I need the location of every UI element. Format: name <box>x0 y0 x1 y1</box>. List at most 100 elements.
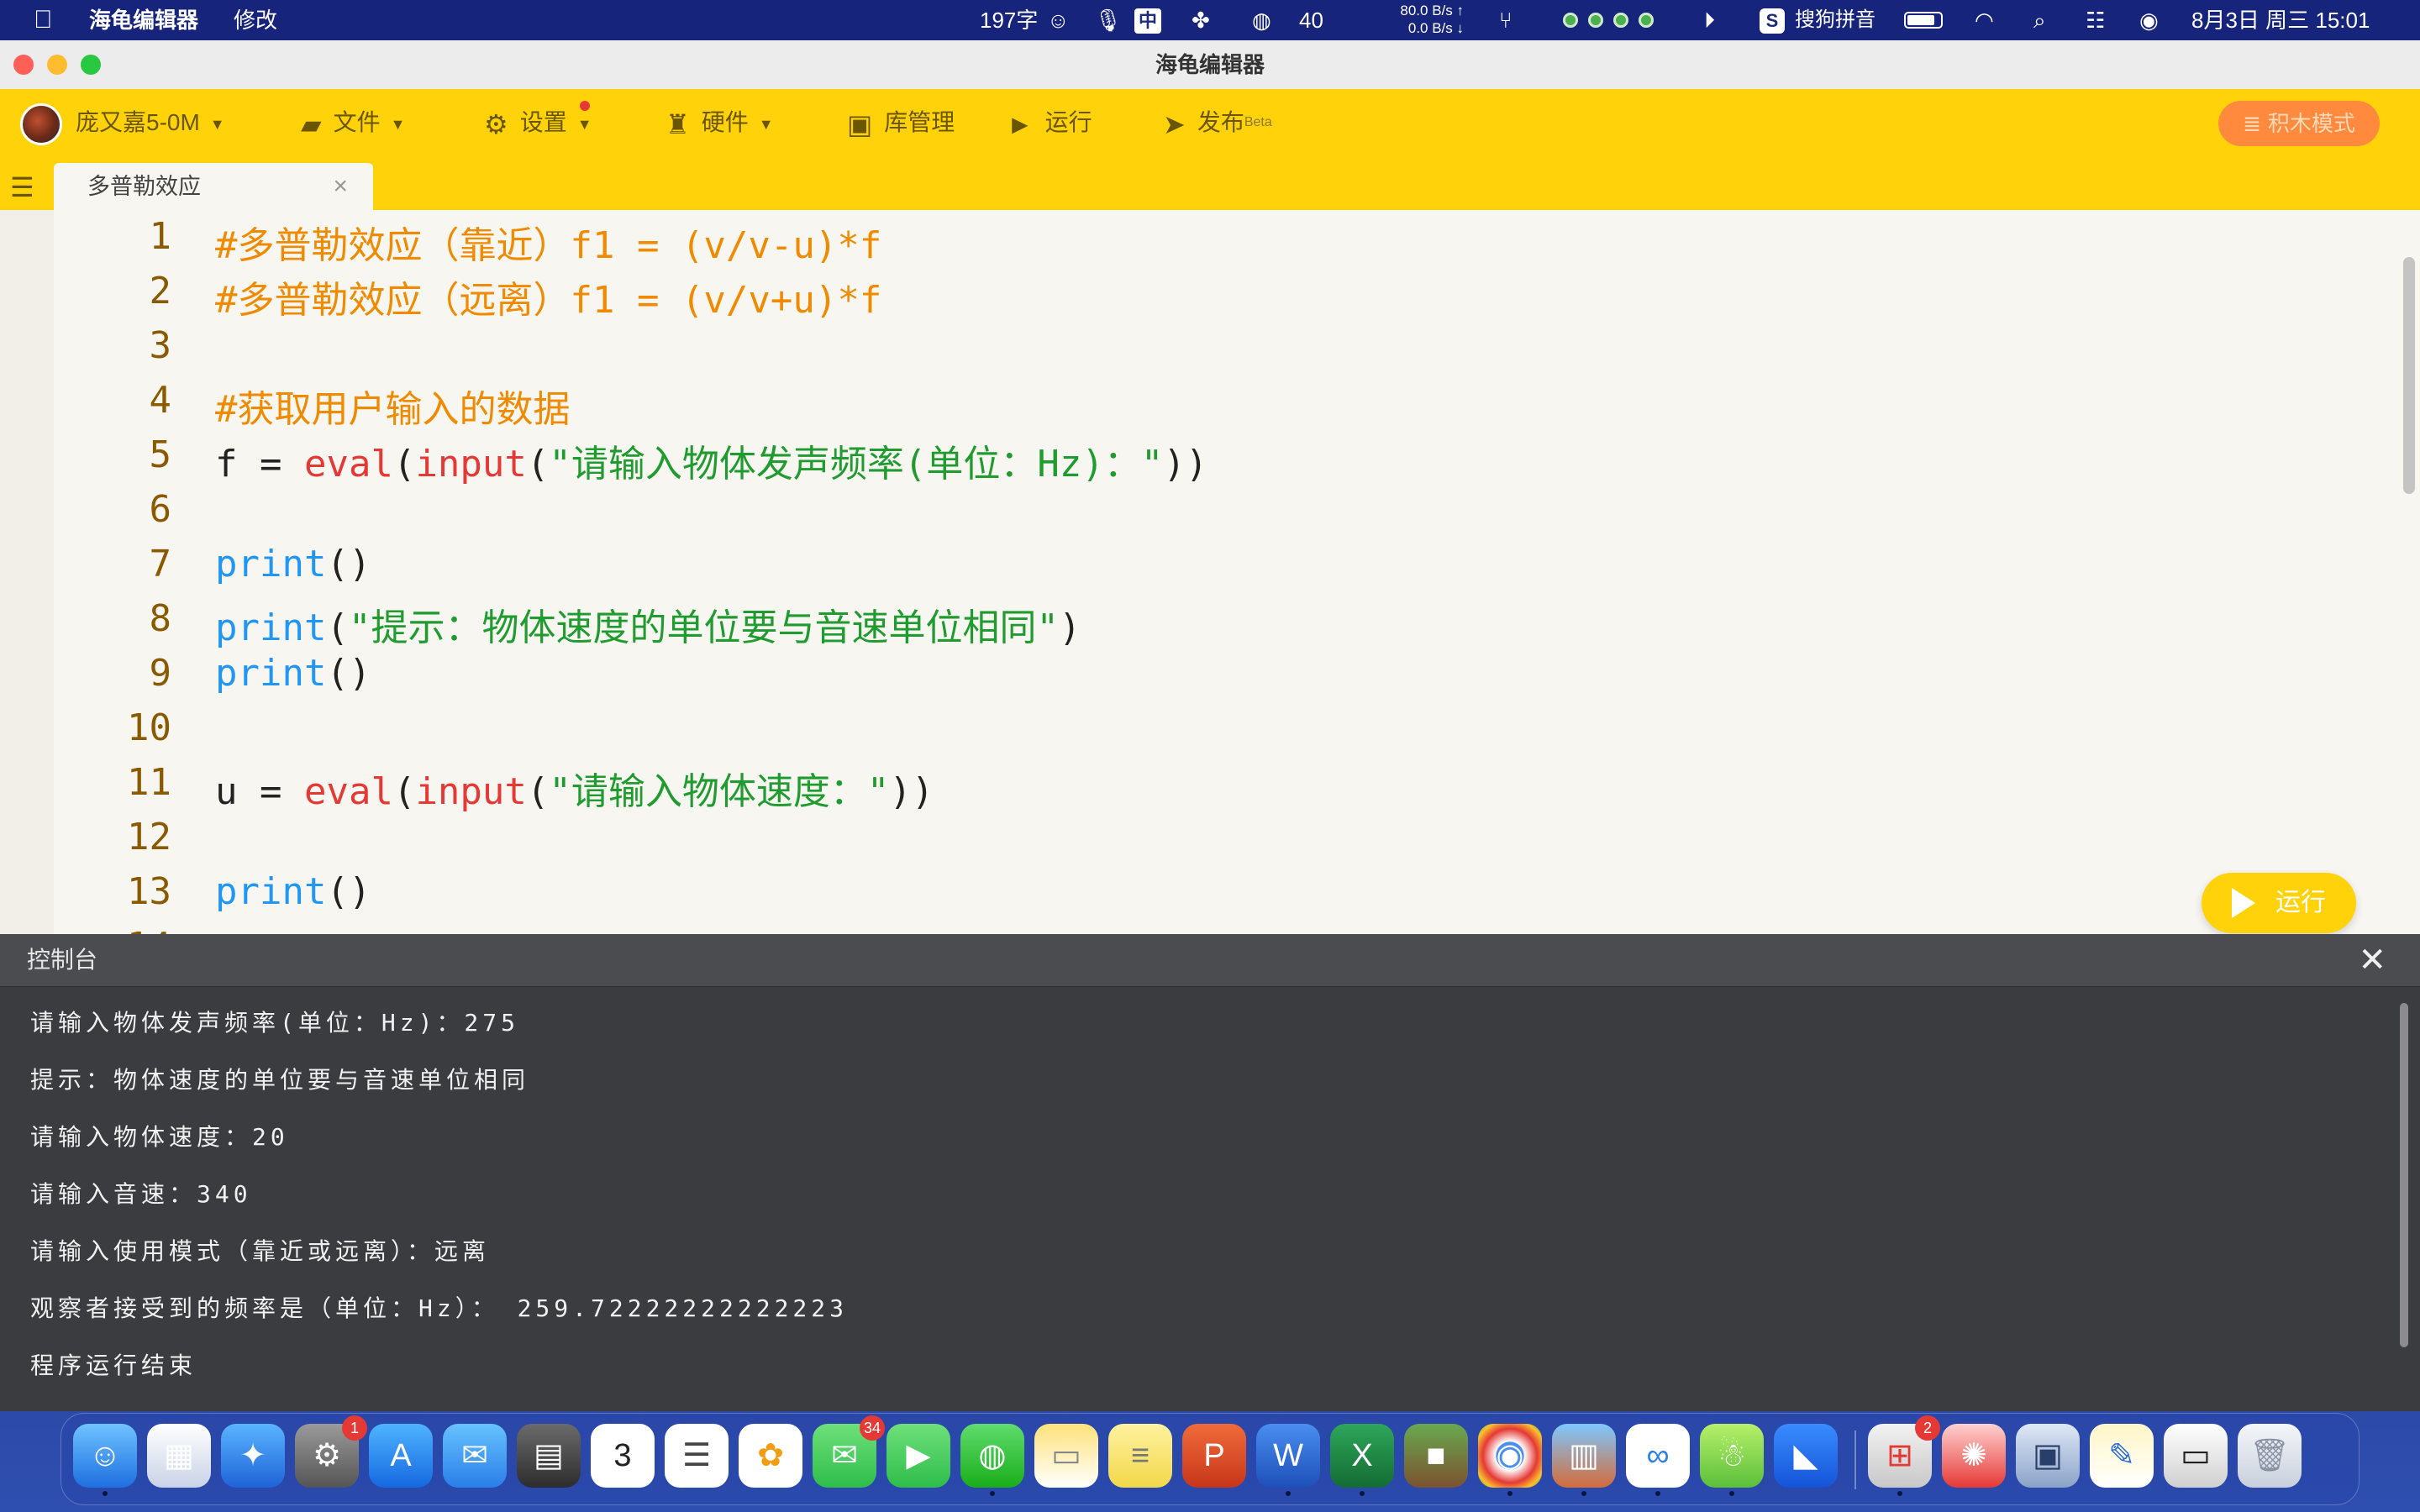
lanhu-icon[interactable]: ◣ <box>1774 1424 1838 1488</box>
word-count-label[interactable]: 197字 <box>980 0 1038 40</box>
console-line: 提示：物体速度的单位要与音速单位相同 <box>30 1066 530 1094</box>
dragon-app-icon[interactable]: ✺ <box>1942 1424 2006 1488</box>
dock-glyph: ✿ <box>757 1438 784 1473</box>
status-dot-icon[interactable] <box>1613 13 1628 28</box>
code-line[interactable]: print("提示：物体速度的单位要与音速单位相同") <box>215 597 1081 651</box>
settings-menu[interactable]: ⚙ 设置 ▼ <box>484 89 592 156</box>
trash-icon[interactable]: 🗑 <box>2238 1424 2302 1488</box>
close-tab-icon[interactable]: × <box>333 163 348 210</box>
code-token: "请输入物体发声频率(单位：Hz)：" <box>549 443 1164 486</box>
wechat-icon[interactable]: ◍ <box>960 1424 1024 1496</box>
publish-button[interactable]: ➤ 发布Beta <box>1163 89 1272 156</box>
code-line[interactable]: #多普勒效应（靠近）f1 = (v/v-u)*f <box>215 215 881 269</box>
code-line[interactable]: #获取用户输入的数据 <box>215 379 571 433</box>
menubar-clock[interactable]: 8月3日 周三 15:01 <box>2191 0 2370 40</box>
code-token: ( <box>526 770 550 813</box>
dock-badge: 1 <box>342 1415 367 1441</box>
microphone-icon[interactable]: 🎙 <box>1094 0 1122 40</box>
robot-icon: ♜ <box>666 108 690 139</box>
preview-icon[interactable]: ▣ <box>2016 1424 2080 1488</box>
code-line[interactable]: #多普勒效应（远离）f1 = (v/v+u)*f <box>215 270 881 323</box>
emoji-icon[interactable]: ☺ <box>1047 0 1070 40</box>
stickies-icon[interactable]: ≡ <box>1108 1424 1172 1488</box>
safari-icon[interactable]: ✦ <box>221 1424 285 1488</box>
code-line[interactable]: print() <box>215 543 371 585</box>
app-menu-name[interactable]: 海龟编辑器 <box>89 0 198 40</box>
code-token: () <box>326 652 371 695</box>
menu-item-modify[interactable]: 修改 <box>234 0 277 40</box>
system-settings-icon[interactable]: ⚙ 1 <box>295 1415 367 1488</box>
messages-icon[interactable]: ✉ 34 <box>813 1415 885 1488</box>
word-icon[interactable]: W <box>1256 1424 1320 1496</box>
powerpoint-icon[interactable]: P <box>1182 1424 1246 1488</box>
code-line[interactable]: print() <box>215 652 371 695</box>
menu-bar:  海龟编辑器 修改 197字 ☺ 🎙 中 ✤ ◍ 40 80.0 B/s ↑ … <box>0 0 2420 40</box>
dock-glyph: A <box>390 1438 412 1473</box>
excel-icon[interactable]: X <box>1330 1424 1394 1496</box>
code-line[interactable]: u = eval(input("请输入物体速度：")) <box>215 761 934 815</box>
baidu-netdisk-icon[interactable]: ∞ <box>1626 1424 1690 1496</box>
block-mode-button[interactable]: ≣ 积木模式 <box>2218 101 2380 146</box>
code-token: ( <box>392 443 416 486</box>
finder-icon[interactable]: ☺ <box>73 1424 137 1496</box>
console-scrollbar[interactable] <box>2400 1003 2408 1347</box>
hardware-menu[interactable]: ♜ 硬件 ▼ <box>666 89 774 156</box>
network-speed[interactable]: 80.0 B/s ↑ 0.0 B/s ↓ <box>1371 2 1464 37</box>
calendar-icon[interactable]: 3 <box>591 1424 655 1488</box>
spotlight-search-icon[interactable]: ⌕ <box>2033 0 2046 40</box>
archive-icon[interactable]: ▥ <box>1552 1424 1616 1496</box>
code-editor[interactable]: 123456789101112131415#多普勒效应（靠近）f1 = (v/v… <box>0 210 2420 934</box>
facetime-icon[interactable]: ▶ <box>886 1424 950 1488</box>
mail-icon[interactable]: ✉ <box>443 1424 507 1488</box>
wechat-unread-count[interactable]: 40 <box>1299 0 1323 40</box>
user-menu[interactable]: 庞又嘉5-0M ▼ <box>20 89 225 156</box>
code-token: u = <box>215 770 304 813</box>
notes-icon[interactable]: ▭ <box>1034 1424 1098 1488</box>
control-center-icon[interactable]: ☷ <box>2086 0 2105 40</box>
status-dot-icon[interactable] <box>1639 13 1654 28</box>
battery-icon[interactable] <box>1904 12 1943 29</box>
console-panel: 控制台 ✕ 请输入物体发声频率(单位：Hz)：275 提示：物体速度的单位要与音速… <box>0 934 2420 1411</box>
status-dot-icon[interactable] <box>1588 13 1603 28</box>
running-indicator <box>1729 1491 1734 1496</box>
app-store-icon[interactable]: A <box>369 1424 433 1488</box>
sidebar-toggle-icon[interactable]: ☰ <box>10 171 34 203</box>
wechat-status-icon[interactable]: ◍ <box>1252 0 1271 40</box>
calculator-icon[interactable]: ▤ <box>517 1424 581 1488</box>
launchpad-icon[interactable]: ▦ <box>147 1424 211 1488</box>
code-line[interactable]: print() <box>215 870 371 913</box>
chevron-down-icon: ▼ <box>758 115 774 133</box>
floating-run-button[interactable]: 运行 <box>2202 873 2356 933</box>
file-menu[interactable]: ▰ 文件 ▼ <box>301 89 405 156</box>
inbox-icon: ▣ <box>847 108 873 139</box>
link-circles-icon[interactable]: ✤ <box>1192 0 1210 40</box>
editor-scrollbar[interactable] <box>2403 257 2415 494</box>
screenshot-icon[interactable]: ▭ <box>2164 1424 2228 1488</box>
minecraft-icon[interactable]: ■ <box>1404 1424 1468 1488</box>
code-token: eval <box>303 770 393 813</box>
hardware-menu-label: 硬件 <box>701 109 749 135</box>
reminders-icon[interactable]: ☰ <box>665 1424 729 1488</box>
siri-icon[interactable]: ◉ <box>2139 0 2159 40</box>
status-dot-icon[interactable] <box>1563 13 1578 28</box>
code-line[interactable]: f = eval(input("请输入物体发声频率(单位：Hz)：")) <box>215 433 1207 487</box>
console-line: 请输入使用模式（靠近或远离）：远离 <box>30 1237 491 1265</box>
chrome-icon[interactable]: ◉ <box>1478 1424 1542 1496</box>
apple-menu-icon[interactable]:  <box>34 0 53 40</box>
close-console-icon[interactable]: ✕ <box>2358 941 2386 979</box>
sogou-s-icon[interactable]: S <box>1760 8 1785 34</box>
downloads-icon[interactable]: ⊞ 2 <box>1868 1415 1940 1496</box>
ime-name[interactable]: 搜狗拼音 <box>1795 0 1876 40</box>
ime-language-badge[interactable]: 中 <box>1134 8 1161 34</box>
play-circle-icon[interactable]: ⏵ <box>1704 0 1715 40</box>
run-button[interactable]: ► 运行 <box>1007 89 1092 156</box>
code-token: print <box>215 543 327 585</box>
photos-icon[interactable]: ✿ <box>739 1424 802 1488</box>
running-indicator <box>1897 1491 1902 1496</box>
turtle-editor-icon[interactable]: ☃ <box>1700 1424 1764 1496</box>
library-manager-button[interactable]: ▣ 库管理 <box>847 89 955 156</box>
fork-knife-icon[interactable]: ⑂ <box>1499 0 1512 40</box>
wifi-icon[interactable]: ◠ <box>1975 0 1994 40</box>
tab-doppler[interactable]: 多普勒效应 × <box>54 163 373 210</box>
python-launcher-icon[interactable]: ✎ <box>2090 1424 2154 1488</box>
